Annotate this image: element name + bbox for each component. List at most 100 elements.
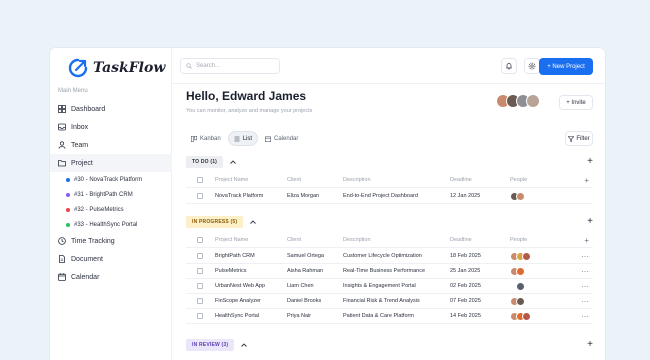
row-more-button[interactable]: ··· xyxy=(581,312,589,321)
table-row[interactable]: NovaTrack Platform Eliza Morgan End-to-E… xyxy=(186,189,593,204)
add-task-button[interactable]: + xyxy=(587,156,593,168)
notification-button[interactable] xyxy=(501,58,517,74)
deadline: 25 Jan 2025 xyxy=(450,268,481,274)
table-row[interactable]: HealthSync Portal Priya Nair Patient Dat… xyxy=(186,309,593,324)
group-header-in-review: IN REVIEW (3) + xyxy=(186,339,593,351)
client-name: Daniel Brooks xyxy=(287,298,322,304)
logo[interactable]: TaskFlow xyxy=(68,57,165,79)
group-header-todo: TO DO (1) + xyxy=(186,156,593,168)
sidebar: TaskFlow Main Menu Dashboard Inbox Team xyxy=(50,48,172,360)
add-column-button[interactable]: + xyxy=(584,236,589,245)
avatar xyxy=(526,94,540,108)
row-checkbox[interactable] xyxy=(197,313,203,319)
chevron-up-icon[interactable] xyxy=(240,341,248,349)
people-avatars xyxy=(510,191,525,201)
project-item-label: #30 - NovaTrack Platform xyxy=(74,176,143,183)
search-input[interactable]: Search... xyxy=(180,58,280,74)
column-header-deadline: Deadline xyxy=(450,177,472,183)
avatar xyxy=(516,281,525,291)
sidebar-item-calendar[interactable]: Calendar xyxy=(50,268,172,286)
column-header-name: Project Name xyxy=(215,237,249,243)
project-item-novatrack[interactable]: #30 - NovaTrack Platform xyxy=(50,172,172,187)
add-task-button[interactable]: + xyxy=(587,216,593,228)
tab-list[interactable]: List xyxy=(227,131,259,146)
project-item-label: #32 - PulseMetrics xyxy=(74,206,124,213)
table-row[interactable]: UrbanNest Web App Liam Chen Insights & E… xyxy=(186,279,593,294)
main-content: Search... + New Project Hello, Edward Ja… xyxy=(172,48,605,360)
add-column-button[interactable]: + xyxy=(584,176,589,185)
description: Patient Data & Care Platform xyxy=(343,313,414,319)
tab-label: Calendar xyxy=(274,135,299,142)
project-name: NovaTrack Platform xyxy=(215,193,264,199)
kanban-icon xyxy=(191,135,197,142)
sidebar-item-label: Time Tracking xyxy=(71,237,115,245)
chevron-up-icon[interactable] xyxy=(229,158,237,166)
row-checkbox[interactable] xyxy=(197,283,203,289)
project-name: FinScope Analyzer xyxy=(215,298,261,304)
column-header-deadline: Deadline xyxy=(450,237,472,243)
row-checkbox[interactable] xyxy=(197,193,203,199)
row-checkbox[interactable] xyxy=(197,253,203,259)
team-icon xyxy=(58,141,66,149)
sidebar-item-project[interactable]: Project xyxy=(50,154,172,172)
project-name: PulseMetrics xyxy=(215,268,247,274)
row-checkbox[interactable] xyxy=(197,298,203,304)
sidebar-item-label: Project xyxy=(71,159,93,167)
avatar xyxy=(522,251,531,261)
new-project-button[interactable]: + New Project xyxy=(539,58,593,75)
project-name: HealthSync Portal xyxy=(215,313,260,319)
project-item-brightpath[interactable]: #31 - BrightPath CRM xyxy=(50,187,172,202)
client-name: Priya Nair xyxy=(287,313,312,319)
group-header-in-progress: IN PROGRESS (5) + xyxy=(186,216,593,228)
topbar: Search... + New Project xyxy=(172,48,605,84)
people-avatars xyxy=(510,296,525,306)
sidebar-item-team[interactable]: Team xyxy=(50,136,172,154)
project-color-dot xyxy=(66,207,70,212)
people-avatars xyxy=(510,251,531,261)
filter-button[interactable]: Filter xyxy=(565,131,593,146)
project-item-pulsemetrics[interactable]: #32 - PulseMetrics xyxy=(50,202,172,217)
row-more-button[interactable]: ··· xyxy=(581,252,589,261)
table-row[interactable]: PulseMetrics Aisha Rahman Real-Time Busi… xyxy=(186,264,593,279)
sidebar-item-time-tracking[interactable]: Time Tracking xyxy=(50,232,172,250)
invite-button[interactable]: + Invite xyxy=(559,95,593,110)
sidebar-item-document[interactable]: Document xyxy=(50,250,172,268)
invite-label: + Invite xyxy=(566,99,586,106)
sidebar-item-inbox[interactable]: Inbox xyxy=(50,118,172,136)
row-more-button[interactable]: ··· xyxy=(581,297,589,306)
avatar xyxy=(516,266,525,276)
tab-calendar[interactable]: Calendar xyxy=(260,131,303,146)
avatar xyxy=(522,311,531,321)
select-all-checkbox[interactable] xyxy=(197,237,203,243)
row-checkbox[interactable] xyxy=(197,268,203,274)
avatar xyxy=(516,296,525,306)
view-switcher: Kanban List Calendar xyxy=(186,131,303,146)
column-header-people: People xyxy=(510,177,528,183)
project-item-healthsync[interactable]: #33 - HealthSync Portal xyxy=(50,217,172,232)
bell-icon xyxy=(506,63,512,70)
client-name: Liam Chen xyxy=(287,283,314,289)
sidebar-item-label: Calendar xyxy=(71,273,100,281)
document-icon xyxy=(58,255,66,263)
status-badge: IN REVIEW (3) xyxy=(186,339,235,351)
sidebar-item-dashboard[interactable]: Dashboard xyxy=(50,100,172,118)
tab-kanban[interactable]: Kanban xyxy=(186,131,226,146)
team-avatars[interactable] xyxy=(496,94,540,108)
status-badge: IN PROGRESS (5) xyxy=(186,216,244,228)
project-item-label: #33 - HealthSync Portal xyxy=(74,221,138,228)
project-item-label: #31 - BrightPath CRM xyxy=(74,191,133,198)
row-more-button[interactable]: ··· xyxy=(581,282,589,291)
sidebar-item-label: Team xyxy=(71,141,89,149)
page-subtitle: You can monitor, analyze and manage your… xyxy=(186,108,313,114)
gear-icon xyxy=(528,62,536,70)
select-all-checkbox[interactable] xyxy=(197,177,203,183)
table-row[interactable]: FinScope Analyzer Daniel Brooks Financia… xyxy=(186,294,593,309)
settings-button[interactable] xyxy=(524,58,540,74)
row-more-button[interactable]: ··· xyxy=(581,267,589,276)
avatar xyxy=(516,191,525,201)
table-header: Project Name Client Description Deadline… xyxy=(186,173,593,188)
add-task-button[interactable]: + xyxy=(587,339,593,351)
dashboard-icon xyxy=(58,105,66,113)
table-row[interactable]: BrightPath CRM Samuel Ortega Customer Li… xyxy=(186,249,593,264)
chevron-up-icon[interactable] xyxy=(249,218,257,226)
